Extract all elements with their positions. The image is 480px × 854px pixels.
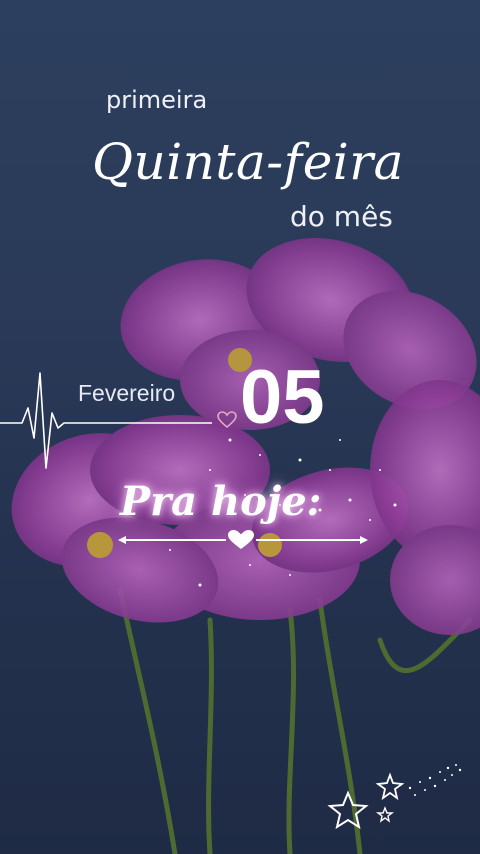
stars-icon bbox=[327, 764, 462, 830]
heart-icon bbox=[228, 530, 254, 549]
qualifier-text: primeira bbox=[106, 86, 208, 114]
flower-right bbox=[370, 380, 480, 635]
heart-divider bbox=[118, 530, 368, 549]
weekday-title: Quinta-feira bbox=[92, 133, 404, 191]
month-label: Fevereiro bbox=[78, 380, 176, 406]
pra-hoje-title: Pra hoje: bbox=[120, 478, 322, 525]
month-qualifier-text: do mês bbox=[290, 200, 393, 233]
day-number: 05 bbox=[240, 355, 325, 440]
heart-outline-icon bbox=[217, 411, 237, 429]
